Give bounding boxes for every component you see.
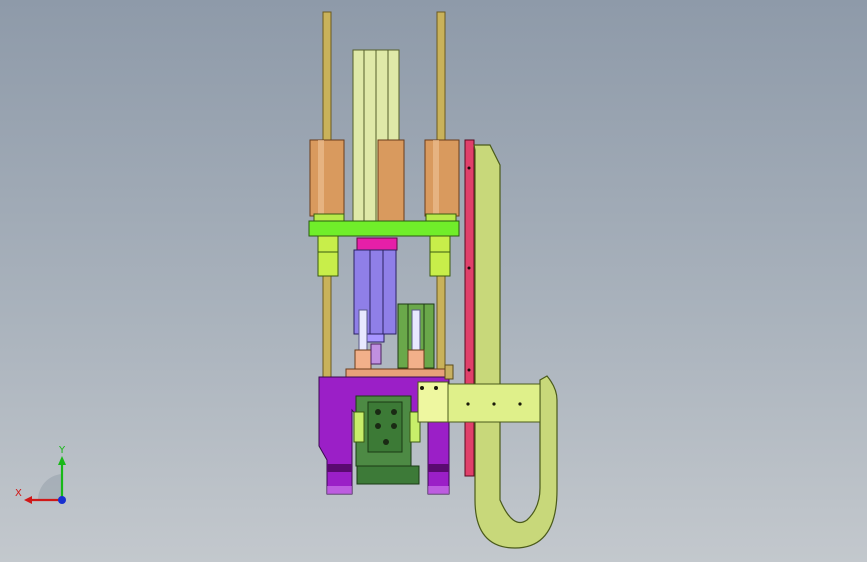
bushings bbox=[309, 139, 460, 223]
bushing-center bbox=[377, 139, 405, 223]
x-axis-label: X bbox=[15, 488, 22, 499]
clamp-block bbox=[353, 395, 421, 485]
assembly-drawing: X Y bbox=[15, 11, 558, 549]
cad-viewport[interactable]: X Y bbox=[0, 0, 867, 562]
z-axis-dot bbox=[58, 496, 66, 504]
y-axis-label: Y bbox=[58, 445, 66, 456]
bushing-right bbox=[424, 139, 460, 217]
bushing-left bbox=[309, 139, 345, 217]
cable-arm bbox=[473, 144, 558, 549]
coordinate-triad: X Y bbox=[15, 445, 66, 504]
red-rail bbox=[464, 139, 475, 477]
